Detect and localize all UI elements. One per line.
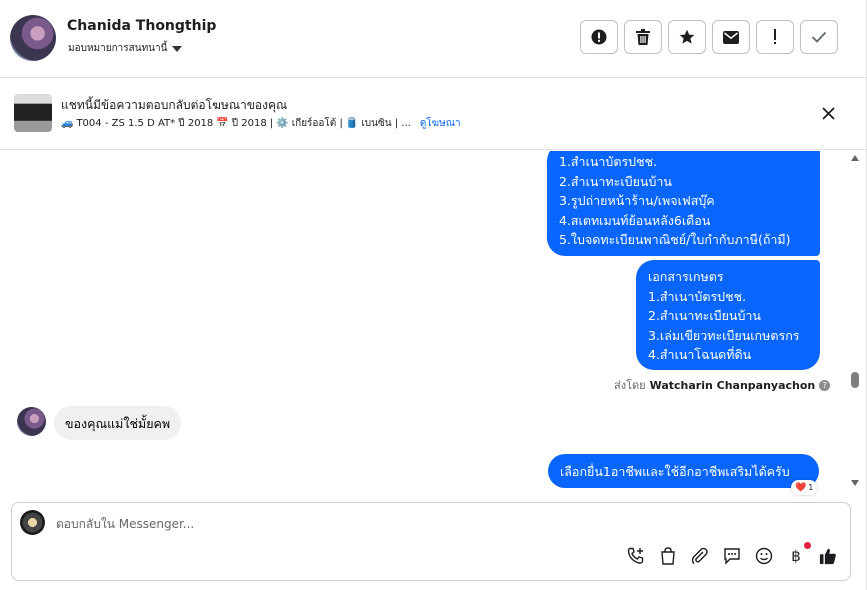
- message-line: 2.สำเนาทะเบียนบ้าน: [648, 308, 761, 323]
- assign-label: มอบหมายการสนทนานี้: [68, 43, 168, 54]
- close-icon: [821, 106, 835, 120]
- sent-by-prefix: ส่งโดย: [614, 379, 646, 392]
- conversation-header: Chanida Thongthip มอบหมายการสนทนานี้: [0, 0, 866, 78]
- message-line: 2.สำเนาทะเบียนบ้าน: [559, 173, 672, 189]
- sent-by-name: Watcharin Chanpanyachon: [649, 378, 816, 392]
- header-actions: [580, 20, 838, 54]
- calendar-emoji-icon: 📅: [216, 118, 229, 129]
- incoming-message[interactable]: ของคุณแม่ใช่มั้ยคพ: [54, 406, 182, 440]
- call-add-icon: [627, 547, 644, 564]
- thumbs-up-icon: [819, 548, 836, 565]
- saved-reply-icon: [724, 548, 740, 565]
- contact-avatar-small[interactable]: [17, 407, 46, 436]
- check-icon: [811, 31, 827, 43]
- fuel-emoji-icon: 🛢️: [345, 118, 359, 129]
- message-line: 1.สำเนาบัตรปชช.: [648, 288, 747, 304]
- follow-up-button[interactable]: [668, 20, 706, 54]
- scrollbar-thumb[interactable]: [851, 372, 859, 388]
- outgoing-message-reply[interactable]: เลือกยื่น1อาชีพและใช้อีกอาชีพเสริมได้ครั…: [548, 454, 819, 488]
- outgoing-message-farm-documents[interactable]: เอกสารเกษตร 1.สำเนาบัตรปชช. 2.สำเนาทะเบี…: [636, 260, 820, 370]
- caret-down-icon: [172, 45, 183, 52]
- message-line: 5.ใบจดทะเบียนพาณิชย์/ใบกำกับภาษี(ถ้ามี): [559, 232, 791, 247]
- message-line: 4.สำเนาโฉนดที่ดิน: [648, 347, 752, 362]
- ad-fuel-text: เบนซิน | ...: [361, 118, 411, 129]
- assign-conversation-dropdown[interactable]: มอบหมายการสนทนานี้: [68, 41, 183, 56]
- close-ad-banner-button[interactable]: [818, 103, 838, 123]
- sent-by-label: ส่งโดย Watcharin Chanpanyachon ?: [614, 376, 831, 394]
- outgoing-message-documents[interactable]: 1.สำเนาบัตรปชช. 2.สำเนาทะเบียนบ้าน 3.รูป…: [547, 151, 820, 256]
- mark-unread-button[interactable]: [712, 20, 750, 54]
- delete-button[interactable]: [624, 20, 662, 54]
- contact-avatar[interactable]: [10, 15, 56, 61]
- reaction-count: 1: [808, 483, 814, 492]
- report-button[interactable]: [580, 20, 618, 54]
- shopping-bag-icon: [661, 547, 675, 565]
- contact-name[interactable]: Chanida Thongthip: [67, 18, 216, 34]
- view-ad-link[interactable]: ดูโฆษณา: [420, 116, 461, 131]
- star-icon: [679, 29, 695, 44]
- saved-replies-button[interactable]: [723, 546, 741, 566]
- ad-year-text: ปี 2018 |: [231, 118, 274, 129]
- baht-icon: ฿: [791, 547, 801, 565]
- spam-icon: [774, 29, 776, 44]
- message-line: 3.รูปถ่ายหน้าร้าน/เพจเฟสบุ๊ค: [559, 193, 715, 208]
- composer-tools: ฿: [627, 542, 837, 566]
- like-button[interactable]: [819, 546, 837, 566]
- payment-button[interactable]: ฿: [787, 542, 811, 566]
- message-line: เอกสารเกษตร: [648, 269, 724, 284]
- messenger-conversation-panel: Chanida Thongthip มอบหมายการสนทนานี้ แชท…: [0, 0, 867, 590]
- notification-dot: [804, 542, 811, 549]
- call-button[interactable]: [627, 546, 645, 566]
- message-line: 3.เล่มเขียวทะเบียนเกษตรกร: [648, 327, 800, 343]
- ad-banner-title: แชทนี้มีข้อความตอบกลับต่อโฆษณาของคุณ: [61, 98, 288, 112]
- paperclip-icon: [691, 547, 708, 565]
- ad-gear-text: เกียร์ออโต้ |: [291, 118, 343, 129]
- trash-icon: [636, 29, 650, 45]
- gear-emoji-icon: ⚙️: [276, 118, 289, 129]
- car-emoji-icon: 🚙: [61, 118, 74, 129]
- heart-icon: ❤️: [795, 482, 807, 493]
- message-line: 1.สำเนาบัตรปชช.: [559, 154, 658, 169]
- message-thread[interactable]: 1.สำเนาบัตรปชช. 2.สำเนาทะเบียนบ้าน 3.รูป…: [0, 151, 848, 497]
- page-avatar: [20, 510, 45, 535]
- shop-button[interactable]: [659, 546, 677, 566]
- ad-banner-details: 🚙 T004 - ZS 1.5 D AT* ปี 2018 📅 ปี 2018 …: [61, 116, 461, 131]
- attach-button[interactable]: [691, 546, 709, 566]
- mark-done-button[interactable]: [800, 20, 838, 54]
- thread-scrollbar[interactable]: [848, 151, 862, 491]
- envelope-icon: [723, 30, 739, 44]
- report-icon: [591, 29, 607, 45]
- message-line: 4.สเตทเมนท์ย้อนหลัง6เดือน: [559, 212, 711, 228]
- message-reaction[interactable]: ❤️ 1: [791, 480, 818, 495]
- spam-button[interactable]: [756, 20, 794, 54]
- emoji-button[interactable]: [755, 546, 773, 566]
- ad-car-text: T004 - ZS 1.5 D AT* ปี 2018: [76, 118, 214, 129]
- scroll-down-arrow-icon[interactable]: [851, 480, 859, 486]
- help-icon[interactable]: ?: [819, 379, 831, 391]
- ad-thumbnail[interactable]: [14, 94, 52, 132]
- scroll-up-arrow-icon[interactable]: [851, 155, 859, 161]
- reply-input[interactable]: [56, 513, 816, 535]
- emoji-icon: [755, 547, 773, 565]
